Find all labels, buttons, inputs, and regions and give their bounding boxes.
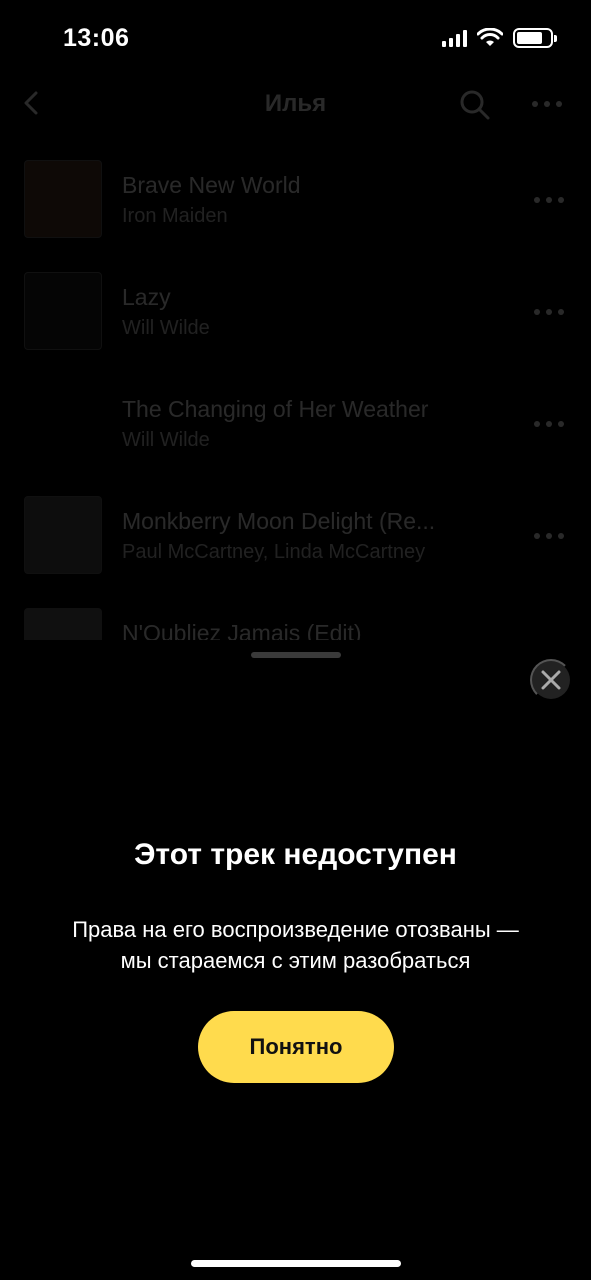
status-time: 13:06 — [63, 24, 130, 52]
dialog-message-line: мы стараемся с этим разобраться — [120, 948, 471, 973]
close-icon — [541, 670, 561, 690]
more-icon[interactable] — [532, 530, 566, 542]
home-indicator[interactable] — [191, 1260, 401, 1267]
playlist-header: Илья — [0, 80, 591, 130]
battery-icon — [513, 28, 557, 48]
more-icon[interactable] — [532, 194, 566, 206]
track-cover — [24, 272, 102, 350]
track-title: Lazy — [122, 284, 171, 310]
track-row[interactable]: Monkberry Moon Delight (Re... Paul McCar… — [0, 496, 591, 576]
track-row[interactable]: Lazy Will Wilde — [0, 272, 591, 352]
wifi-icon — [477, 28, 503, 46]
dialog-message-line: Права на его воспроизведение отозваны — — [72, 917, 519, 942]
more-icon[interactable] — [532, 418, 566, 430]
track-row[interactable]: Brave New World Iron Maiden — [0, 160, 591, 240]
track-artist: Will Wilde — [122, 429, 210, 451]
ok-button[interactable]: Понятно — [198, 1011, 394, 1083]
music-note-icon — [24, 384, 102, 462]
track-title: N'Oubliez Jamais (Edit) — [122, 620, 362, 640]
track-row[interactable]: The Changing of Her Weather Will Wilde — [0, 384, 591, 464]
track-cover — [24, 496, 102, 574]
search-icon[interactable] — [458, 88, 492, 122]
track-title: The Changing of Her Weather — [122, 396, 429, 422]
dialog-message: Права на его воспроизведение отозваны — … — [30, 914, 561, 976]
status-bar: 13:06 — [0, 0, 591, 80]
track-title: Monkberry Moon Delight (Re... — [122, 508, 436, 534]
page-title: Илья — [264, 90, 327, 117]
status-icons — [442, 28, 557, 48]
close-button[interactable] — [530, 659, 572, 701]
track-title: Brave New World — [122, 172, 301, 198]
track-artist: Will Wilde — [122, 317, 210, 339]
dialog-title: Этот трек недоступен — [134, 838, 457, 871]
more-icon[interactable] — [530, 94, 564, 114]
more-icon[interactable] — [532, 306, 566, 318]
track-cover — [24, 608, 102, 640]
cellular-signal-icon — [442, 29, 467, 47]
track-row[interactable]: N'Oubliez Jamais (Edit) — [0, 608, 591, 640]
track-artist: Iron Maiden — [122, 205, 228, 227]
track-cover — [24, 160, 102, 238]
sheet-handle[interactable] — [251, 652, 341, 658]
track-artist: Paul McCartney, Linda McCartney — [122, 541, 426, 563]
playlist-background: Илья Brave New World Iron Maiden Lazy Wi… — [0, 80, 591, 640]
